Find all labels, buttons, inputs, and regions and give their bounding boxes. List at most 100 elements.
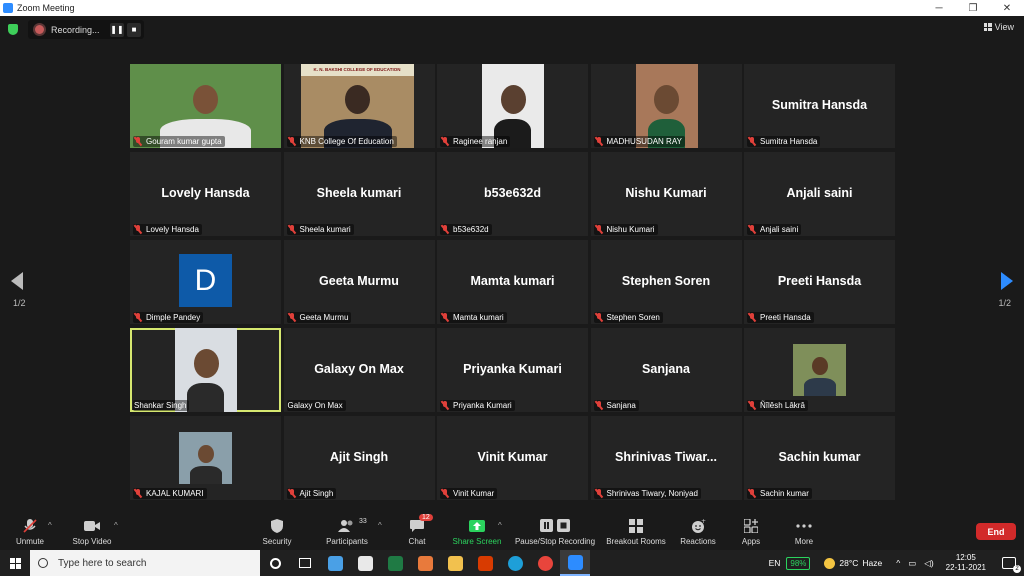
participant-tile[interactable]: Sanjana Sanjana xyxy=(590,328,742,412)
participant-name-label: Ajit Singh xyxy=(286,488,337,499)
office-icon[interactable] xyxy=(470,550,500,576)
system-tray: EN 98% 28°C Haze ^ ▭ ◁) 12:05 22-11-2021… xyxy=(769,550,1024,576)
weather-widget[interactable]: 28°C Haze xyxy=(824,557,883,569)
participant-display-name: Sanjana xyxy=(642,362,690,376)
zoom-taskbar-icon[interactable] xyxy=(560,550,590,576)
stop-recording-icon[interactable]: ■ xyxy=(127,22,141,37)
participant-tile[interactable]: MADHUSUDAN RAY xyxy=(590,64,742,148)
participant-display-name: Shrinivas Tiwar... xyxy=(615,450,717,464)
mic-muted-icon xyxy=(441,401,449,410)
more-button[interactable]: More xyxy=(764,518,844,546)
participant-tile[interactable]: Lovely Hansda Lovely Hansda xyxy=(130,152,281,236)
participant-name-label: Preeti Hansda xyxy=(747,312,814,323)
app-icon-4[interactable] xyxy=(410,550,440,576)
participant-name: Mamta kumari xyxy=(453,313,504,322)
participant-tile[interactable]: Raginee ranjan xyxy=(437,64,588,148)
svg-text:+: + xyxy=(701,518,706,525)
participant-tile[interactable]: Mamta kumari Mamta kumari xyxy=(437,240,588,324)
person-head xyxy=(197,445,214,464)
task-view-icon[interactable] xyxy=(290,550,320,576)
cortana-icon[interactable] xyxy=(260,550,290,576)
mic-muted-icon xyxy=(595,313,603,322)
participant-name: Sachin kumar xyxy=(760,489,809,498)
end-meeting-button[interactable]: End xyxy=(976,523,1016,540)
start-button[interactable] xyxy=(0,550,30,576)
participant-name: Vinit Kumar xyxy=(453,489,495,498)
minimize-button[interactable]: ─ xyxy=(922,0,956,16)
participant-tile[interactable]: Shrinivas Tiwar... Shrinivas Tiwary, Noni… xyxy=(590,416,742,500)
participant-tile[interactable]: Nishu Kumari Nishu Kumari xyxy=(590,152,742,236)
participants-icon: 33 xyxy=(337,518,367,534)
participant-tile[interactable]: Anjali saini Anjali saini xyxy=(744,152,895,236)
view-button[interactable]: View xyxy=(983,22,1014,32)
participant-tile[interactable]: Ajit Singh Ajit Singh xyxy=(283,416,435,500)
security-button[interactable]: Security xyxy=(237,518,317,546)
battery-indicator[interactable]: 98% xyxy=(786,556,811,570)
store-icon[interactable] xyxy=(350,550,380,576)
participant-tile[interactable]: Geeta Murmu Geeta Murmu xyxy=(283,240,435,324)
meeting-toolbar: Unmute ^ Stop Video ^ Security 33 Partic… xyxy=(0,514,1024,550)
title-bar: Zoom Meeting ─ ❐ ✕ xyxy=(0,0,1024,16)
close-button[interactable]: ✕ xyxy=(990,0,1024,16)
share-options-caret-icon[interactable]: ^ xyxy=(498,521,502,530)
mic-muted-icon xyxy=(441,137,449,146)
participant-name-label: Dimple Pandey xyxy=(133,312,204,323)
participant-tile[interactable]: Shankar Singh xyxy=(130,328,281,412)
chrome-icon[interactable] xyxy=(530,550,560,576)
participant-tile[interactable]: Sachin kumar Sachin kumar xyxy=(744,416,895,500)
participant-tile[interactable]: Sheela kumari Sheela kumari xyxy=(283,152,435,236)
participant-name: Gouram kumar gupta xyxy=(146,137,222,146)
clock[interactable]: 12:05 22-11-2021 xyxy=(946,553,986,573)
next-page-arrow-icon[interactable] xyxy=(1001,272,1013,290)
pause-stop-recording-icon xyxy=(539,518,571,534)
participant-name: Raginee ranjan xyxy=(453,137,508,146)
participants-button[interactable]: 33 Participants xyxy=(307,518,387,546)
participant-name: MADHUSUDAN RAY xyxy=(606,137,682,146)
edge-icon[interactable] xyxy=(500,550,530,576)
participant-tile[interactable]: KAJAL KUMARI xyxy=(130,416,281,500)
participant-tile[interactable]: Priyanka Kumari Priyanka Kumari xyxy=(437,328,588,412)
participant-tile[interactable]: Ñîlêsh Lâkrâ xyxy=(744,328,895,412)
participant-display-name: Preeti Hansda xyxy=(777,274,862,288)
mic-muted-icon xyxy=(748,225,756,234)
mic-muted-icon xyxy=(748,313,756,322)
security-shield-icon[interactable] xyxy=(8,24,18,35)
more-label: More xyxy=(794,537,814,546)
volume-icon[interactable]: ◁) xyxy=(924,558,933,569)
language-indicator[interactable]: EN xyxy=(769,558,781,568)
person-head xyxy=(811,357,828,376)
apps-icon xyxy=(744,518,758,534)
mic-muted-icon xyxy=(134,489,142,498)
participant-tile[interactable]: Preeti Hansda Preeti Hansda xyxy=(744,240,895,324)
notifications-icon[interactable]: 2 xyxy=(1002,557,1021,573)
participant-tile[interactable]: Stephen Soren Stephen Soren xyxy=(590,240,742,324)
pause-stop-recording-button[interactable]: Pause/Stop Recording xyxy=(515,518,595,546)
participant-tile[interactable]: Gouram kumar gupta xyxy=(130,64,281,148)
mic-muted-icon xyxy=(134,225,142,234)
previous-page-arrow-icon[interactable] xyxy=(11,272,23,290)
app-icon-1[interactable] xyxy=(320,550,350,576)
share-screen-button[interactable]: Share Screen xyxy=(437,518,517,546)
pause-recording-icon[interactable]: ❚❚ xyxy=(110,22,124,37)
participant-tile[interactable]: b53e632d b53e632d xyxy=(437,152,588,236)
participant-name: Lovely Hansda xyxy=(146,225,199,234)
weather-condition: Haze xyxy=(862,558,883,568)
restore-button[interactable]: ❐ xyxy=(956,0,990,16)
network-icon[interactable]: ▭ xyxy=(908,558,916,569)
file-explorer-icon[interactable] xyxy=(440,550,470,576)
stop-video-button[interactable]: Stop Video xyxy=(52,518,132,546)
video-options-caret-icon[interactable]: ^ xyxy=(114,521,118,530)
taskbar-search-box[interactable]: Type here to search xyxy=(30,550,260,576)
person-body xyxy=(187,383,224,412)
participant-name-label: Geeta Murmu xyxy=(286,312,352,323)
participant-tile[interactable]: Galaxy On Max Galaxy On Max xyxy=(283,328,435,412)
show-hidden-icons-icon[interactable]: ^ xyxy=(896,558,900,568)
participant-tile[interactable]: Sumitra Hansda Sumitra Hansda xyxy=(744,64,895,148)
search-icon xyxy=(38,558,48,568)
more-ellipsis-icon xyxy=(796,518,812,534)
participant-tile[interactable]: K. N. BAKSHI COLLEGE OF EDUCATION KNB Col… xyxy=(283,64,435,148)
participant-tile[interactable]: Vinit Kumar Vinit Kumar xyxy=(437,416,588,500)
mic-muted-icon xyxy=(441,313,449,322)
participant-tile[interactable]: D Dimple Pandey xyxy=(130,240,281,324)
excel-icon[interactable] xyxy=(380,550,410,576)
